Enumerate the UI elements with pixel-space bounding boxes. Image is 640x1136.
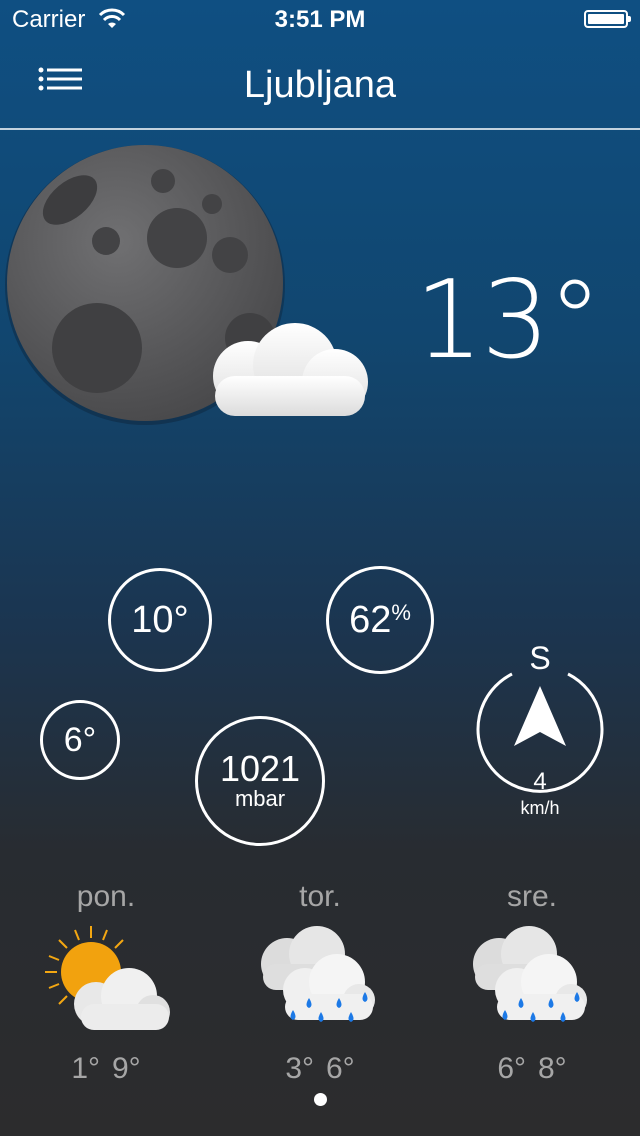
low-temp-circle: 6° bbox=[40, 700, 120, 780]
humidity-value: 62 bbox=[349, 598, 392, 641]
forecast-low: 1° bbox=[71, 1052, 100, 1085]
wind-compass: S 4 km/h bbox=[470, 640, 610, 830]
wind-direction: S bbox=[529, 640, 551, 676]
forecast-high: 6° bbox=[326, 1052, 355, 1085]
wind-arrow-icon bbox=[514, 686, 566, 746]
forecast-day-label: sre. bbox=[506, 880, 557, 913]
forecast-day-label: pon. bbox=[76, 880, 136, 913]
high-temp-circle: 10° bbox=[108, 568, 212, 672]
forecast-day-1: pon. 1° 9° bbox=[6, 880, 206, 1085]
high-temp-value: 10° bbox=[131, 598, 189, 641]
humidity-unit: % bbox=[391, 599, 411, 625]
forecast-low: 6° bbox=[497, 1052, 526, 1085]
clock-label: 3:51 PM bbox=[274, 6, 366, 33]
rain-cloud-icon bbox=[261, 926, 375, 1022]
forecast-day-3: sre. 6° 8° bbox=[432, 880, 632, 1085]
humidity-text: 62% bbox=[349, 599, 411, 642]
battery-icon bbox=[584, 10, 631, 28]
pressure-circle: 1021 mbar bbox=[195, 716, 325, 846]
sun-cloud-icon bbox=[45, 926, 170, 1030]
forecast-temps: 1° 9° bbox=[6, 1052, 206, 1086]
current-temperature: 13° bbox=[414, 258, 602, 383]
status-bar: Carrier 3:51 PM bbox=[0, 0, 640, 40]
forecast-day-label: tor. bbox=[299, 880, 341, 913]
pressure-unit: mbar bbox=[234, 786, 286, 811]
forecast-temps: 6° 8° bbox=[432, 1052, 632, 1086]
forecast-low: 3° bbox=[285, 1052, 314, 1085]
forecast-temps: 3° 6° bbox=[220, 1052, 420, 1086]
forecast-day-2: tor. 3° 6° bbox=[220, 880, 420, 1085]
wind-speed-unit: km/h bbox=[520, 798, 560, 818]
wind-speed-value: 4 bbox=[533, 768, 547, 795]
nav-bar: Ljubljana bbox=[0, 40, 640, 130]
forecast-high: 8° bbox=[538, 1052, 567, 1085]
rain-cloud-icon bbox=[473, 926, 587, 1022]
page-indicator-dot[interactable] bbox=[314, 1093, 327, 1106]
low-temp-value: 6° bbox=[63, 720, 97, 759]
city-title: Ljubljana bbox=[243, 64, 397, 106]
forecast-high: 9° bbox=[112, 1052, 141, 1085]
humidity-circle: 62% bbox=[326, 566, 434, 674]
moon-cloud-icon bbox=[5, 145, 368, 425]
pressure-value: 1021 bbox=[219, 748, 301, 789]
